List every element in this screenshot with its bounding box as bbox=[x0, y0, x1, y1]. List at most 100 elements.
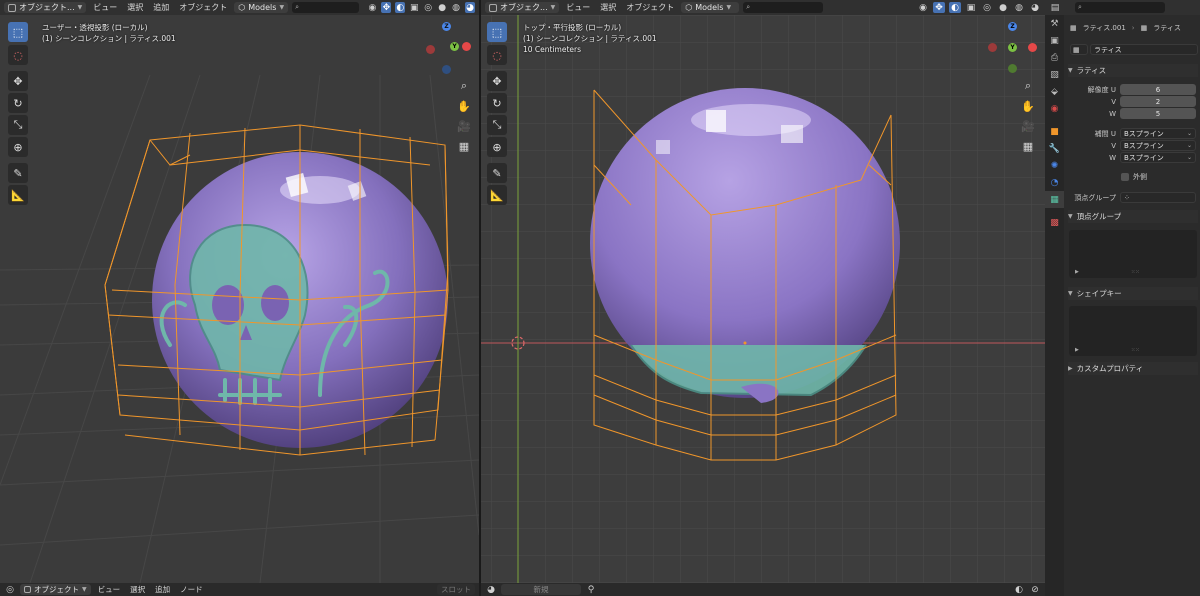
interp-u-select[interactable]: Bスプライン ⌄ bbox=[1120, 128, 1196, 139]
properties-editor-icon[interactable]: ▤ bbox=[1049, 2, 1061, 13]
cursor-tool[interactable]: ◌ bbox=[487, 45, 507, 65]
measure-tool[interactable]: 📐 bbox=[487, 185, 507, 205]
right-menu-select[interactable]: 選択 bbox=[597, 2, 619, 13]
right-collection-dropdown[interactable]: ⬡ Models ▼ bbox=[681, 2, 740, 13]
move-tool[interactable]: ✥ bbox=[487, 71, 507, 91]
bottom-menu-node[interactable]: ノード bbox=[177, 584, 206, 595]
datablock-name-field[interactable]: ラティス bbox=[1090, 44, 1198, 55]
gizmo-neg-z[interactable] bbox=[442, 65, 451, 74]
transform-tool[interactable]: ⊕ bbox=[487, 137, 507, 157]
tab-lattice-data[interactable]: ▦ bbox=[1045, 191, 1064, 208]
visibility-icon[interactable]: ◉ bbox=[367, 2, 377, 13]
left-menu-select[interactable]: 選択 bbox=[124, 2, 146, 13]
gizmo-neg-x[interactable] bbox=[988, 43, 997, 52]
slot-dropdown[interactable]: スロット bbox=[437, 584, 475, 595]
rotate-tool[interactable]: ↻ bbox=[8, 93, 28, 113]
resolution-v-field[interactable]: 2 bbox=[1120, 96, 1196, 107]
right-menu-object[interactable]: オブジェクト bbox=[623, 2, 677, 13]
custom-props-panel-header[interactable]: ▶ カスタムプロパティ bbox=[1068, 362, 1198, 375]
gizmo-y-axis[interactable]: Y bbox=[450, 42, 459, 51]
pan-hand-icon[interactable]: ✋ bbox=[1019, 97, 1037, 115]
backdrop-icon[interactable]: ◐ bbox=[1013, 584, 1025, 595]
tab-modifiers[interactable]: 🔧 bbox=[1045, 140, 1064, 157]
interp-w-select[interactable]: Bスプライン ⌄ bbox=[1120, 152, 1196, 163]
rendered-shading-icon[interactable]: ◕ bbox=[1029, 2, 1041, 13]
scale-tool[interactable]: ⤡ bbox=[8, 115, 28, 135]
cursor-tool[interactable]: ◌ bbox=[8, 45, 28, 65]
bottom-menu-add[interactable]: 追加 bbox=[152, 584, 173, 595]
resize-grip-icon[interactable]: ⁙⁙ bbox=[1131, 347, 1139, 353]
tab-object[interactable]: ■ bbox=[1045, 123, 1064, 140]
tab-physics[interactable]: ◔ bbox=[1045, 174, 1064, 191]
transform-tool[interactable]: ⊕ bbox=[8, 137, 28, 157]
tab-output[interactable]: ⎙ bbox=[1045, 49, 1064, 66]
wireframe-shading-icon[interactable]: ◎ bbox=[981, 2, 993, 13]
new-material-button[interactable]: 新規 bbox=[501, 584, 581, 595]
material-browse-icon[interactable]: ◕ bbox=[485, 584, 497, 595]
gizmo-z-axis[interactable]: Z bbox=[442, 22, 451, 31]
left-menu-view[interactable]: ビュー bbox=[90, 2, 120, 13]
tab-tool[interactable]: ⚒ bbox=[1045, 15, 1064, 32]
gizmo-x-axis[interactable] bbox=[1028, 43, 1037, 52]
overlay-toggle-icon[interactable]: ◐ bbox=[949, 2, 961, 13]
right-viewport[interactable]: トップ・平行投影 (ローカル) (1) シーンコレクション | ラティス.001… bbox=[481, 15, 1045, 583]
datablock-selector[interactable]: ▦ ラティス bbox=[1070, 44, 1198, 55]
tab-texture[interactable]: ▩ bbox=[1045, 214, 1064, 231]
gizmo-neg-x[interactable] bbox=[426, 45, 435, 54]
shape-keys-panel-header[interactable]: ▼ シェイプキー bbox=[1068, 287, 1198, 300]
xray-icon[interactable]: ▣ bbox=[965, 2, 977, 13]
bottom-mode-dropdown[interactable]: オブジェクト ▼ bbox=[20, 584, 91, 595]
scale-tool[interactable]: ⤡ bbox=[487, 115, 507, 135]
resize-grip-icon[interactable]: ⁙⁙ bbox=[1131, 269, 1139, 275]
rotate-tool[interactable]: ↻ bbox=[487, 93, 507, 113]
right-search-field[interactable]: ⌕ bbox=[743, 2, 824, 13]
tab-world[interactable]: ◉ bbox=[1045, 100, 1064, 117]
outside-checkbox[interactable] bbox=[1121, 173, 1129, 181]
resolution-w-field[interactable]: 5 bbox=[1120, 108, 1196, 119]
overlay-toggle-icon[interactable]: ◐ bbox=[395, 2, 406, 13]
camera-icon[interactable]: 🎥 bbox=[455, 117, 473, 135]
right-menu-view[interactable]: ビュー bbox=[563, 2, 593, 13]
left-menu-add[interactable]: 追加 bbox=[150, 2, 172, 13]
left-collection-dropdown[interactable]: ⬡ Models ▼ bbox=[234, 2, 289, 13]
left-mode-dropdown[interactable]: オブジェクト... ▼ bbox=[4, 2, 87, 13]
pin-icon[interactable]: ⚲ bbox=[585, 584, 597, 595]
pan-hand-icon[interactable]: ✋ bbox=[455, 97, 473, 115]
measure-tool[interactable]: 📐 bbox=[8, 185, 28, 205]
solid-shading-icon[interactable]: ● bbox=[437, 2, 447, 13]
tab-scene[interactable]: ⬙ bbox=[1045, 83, 1064, 100]
right-mode-dropdown[interactable]: オブジェク... ▼ bbox=[485, 2, 560, 13]
vertex-group-field[interactable]: ⁘ bbox=[1120, 192, 1196, 203]
gizmo-toggle-icon[interactable]: ✥ bbox=[933, 2, 945, 13]
move-tool[interactable]: ✥ bbox=[8, 71, 28, 91]
lattice-panel-header[interactable]: ▼ ラティス bbox=[1068, 64, 1198, 77]
zoom-icon[interactable]: ⌕ bbox=[1019, 77, 1037, 95]
wireframe-shading-icon[interactable]: ◎ bbox=[423, 2, 433, 13]
resolution-u-field[interactable]: 6 bbox=[1120, 84, 1196, 95]
zoom-icon[interactable]: ⌕ bbox=[455, 77, 473, 95]
interp-v-select[interactable]: Bスプライン ⌄ bbox=[1120, 140, 1196, 151]
grid-view-icon[interactable]: ▦ bbox=[1019, 137, 1037, 155]
vertex-groups-panel-header[interactable]: ▼ 頂点グループ bbox=[1068, 210, 1198, 223]
tab-particles[interactable]: ✺ bbox=[1045, 157, 1064, 174]
camera-icon[interactable]: 🎥 bbox=[1019, 117, 1037, 135]
gizmo-x-axis[interactable] bbox=[462, 42, 471, 51]
tab-render[interactable]: ▣ bbox=[1045, 32, 1064, 49]
left-menu-object[interactable]: オブジェクト bbox=[176, 2, 230, 13]
annotate-tool[interactable]: ✎ bbox=[8, 163, 28, 183]
xray-icon[interactable]: ▣ bbox=[409, 2, 419, 13]
material-shading-icon[interactable]: ◍ bbox=[1013, 2, 1025, 13]
gizmo-z-axis[interactable]: Z bbox=[1008, 22, 1017, 31]
snap-icon[interactable]: ⊘ bbox=[1029, 584, 1041, 595]
gizmo-toggle-icon[interactable]: ✥ bbox=[381, 2, 392, 13]
bottom-menu-view[interactable]: ビュー bbox=[95, 584, 124, 595]
grid-view-icon[interactable]: ▦ bbox=[455, 137, 473, 155]
tab-view-layer[interactable]: ▧ bbox=[1045, 66, 1064, 83]
properties-search-field[interactable]: ⌕ bbox=[1075, 2, 1165, 13]
shape-keys-list[interactable]: ▶ ⁙⁙ bbox=[1069, 306, 1197, 356]
left-viewport[interactable]: ユーザー・透視投影 (ローカル) (1) シーンコレクション | ラティス.00… bbox=[0, 15, 479, 583]
select-box-tool[interactable]: ⬚ bbox=[487, 22, 507, 42]
expand-arrow-icon[interactable]: ▶ bbox=[1075, 347, 1079, 353]
gizmo-y-axis[interactable]: Y bbox=[1008, 43, 1017, 52]
expand-arrow-icon[interactable]: ▶ bbox=[1075, 269, 1079, 275]
